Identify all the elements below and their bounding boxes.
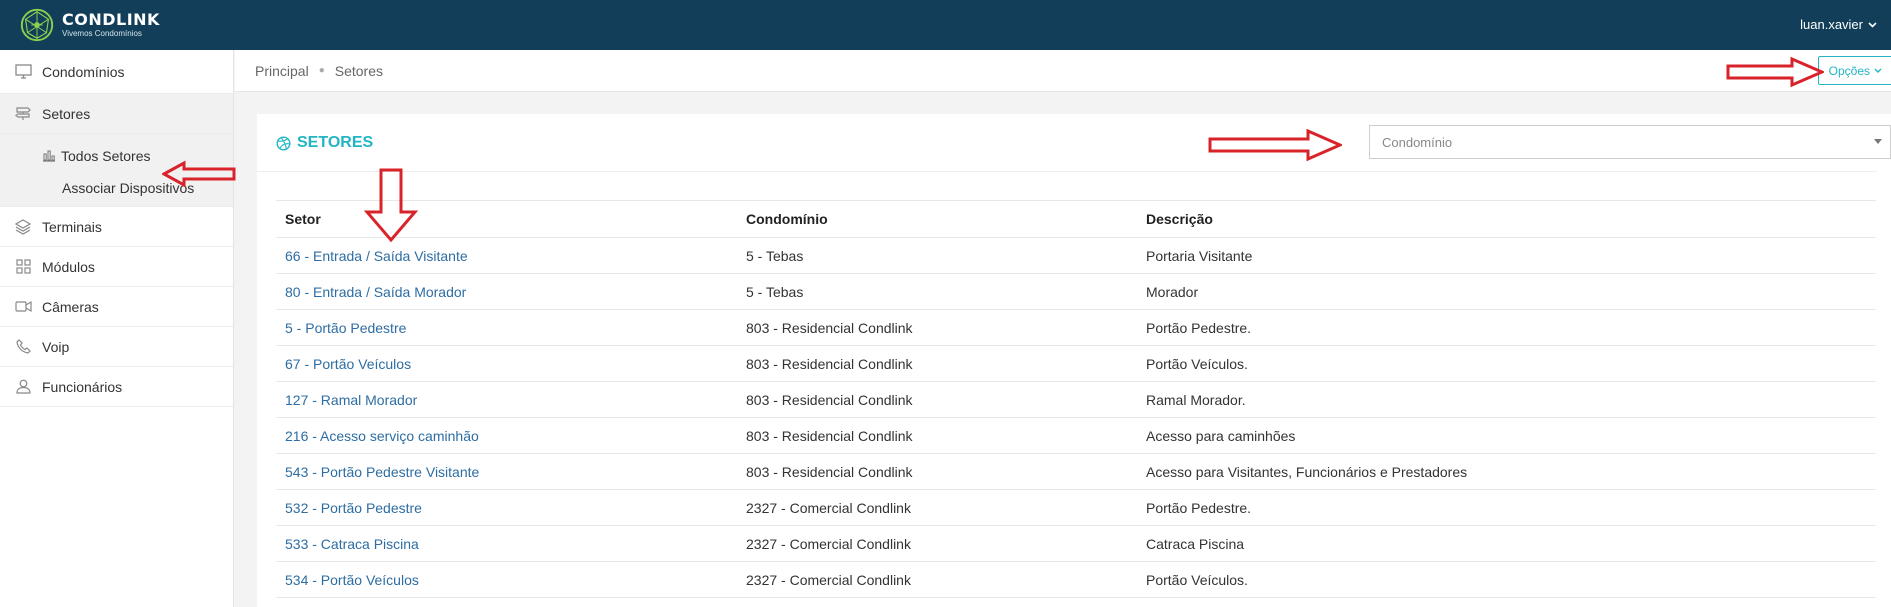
setor-link[interactable]: 532 - Portão Pedestre xyxy=(285,500,422,516)
sidebar-item-setores[interactable]: Setores xyxy=(0,94,233,134)
condominio-cell: 5 - Tebas xyxy=(737,237,1137,274)
sidebar-item-label: Câmeras xyxy=(42,298,99,315)
table-row: 80 - Entrada / Saída Morador 5 - Tebas M… xyxy=(276,273,1876,310)
monitor-icon xyxy=(14,63,32,81)
descricao-cell: Portão Veículos. xyxy=(1137,345,1876,382)
grid-icon xyxy=(14,258,32,276)
layers-icon xyxy=(14,218,32,236)
setor-link[interactable]: 5 - Portão Pedestre xyxy=(285,320,406,336)
dribbble-ball-icon xyxy=(276,135,291,151)
page-title: SETORES xyxy=(276,134,373,152)
sidebar-item-condominios[interactable]: Condomínios xyxy=(0,50,233,94)
table-row: 5 - Portão Pedestre 803 - Residencial Co… xyxy=(276,309,1876,346)
sidebar-item-funcionarios[interactable]: Funcionários xyxy=(0,367,233,407)
descricao-cell: Acesso para Visitantes, Funcionários e P… xyxy=(1137,453,1876,490)
column-header-condominio[interactable]: Condomínio xyxy=(737,200,1137,238)
chevron-down-icon xyxy=(1868,21,1877,28)
setores-panel: SETORES Condomínio Setor Condomínio Desc… xyxy=(257,114,1891,607)
descricao-cell: Acesso para caminhões xyxy=(1137,417,1876,454)
condominio-cell: 803 - Residencial Condlink xyxy=(737,309,1137,346)
column-header-setor[interactable]: Setor xyxy=(276,200,737,238)
bar-chart-icon xyxy=(42,149,56,163)
condominio-cell: 803 - Residencial Condlink xyxy=(737,381,1137,418)
setor-link[interactable]: 66 - Entrada / Saída Visitante xyxy=(285,248,468,264)
annotation-arrow-right-icon xyxy=(1726,57,1824,87)
annotation-arrow-right-icon xyxy=(1208,129,1342,161)
setor-link[interactable]: 127 - Ramal Morador xyxy=(285,392,417,408)
table-row: 127 - Ramal Morador 803 - Residencial Co… xyxy=(276,381,1876,418)
sidebar-item-label: Funcionários xyxy=(42,378,123,395)
sidebar-subitem-label: Todos Setores xyxy=(61,148,151,164)
condominio-cell: 803 - Residencial Condlink xyxy=(737,345,1137,382)
table-row: 534 - Portão Veículos 2327 - Comercial C… xyxy=(276,561,1876,598)
setores-table: Setor Condomínio Descrição 66 - Entrada … xyxy=(276,200,1876,598)
phone-icon xyxy=(14,338,32,356)
annotation-arrow-down-icon xyxy=(364,168,418,242)
user-name: luan.xavier xyxy=(1800,17,1863,32)
setor-link[interactable]: 534 - Portão Veículos xyxy=(285,572,419,588)
setor-link[interactable]: 80 - Entrada / Saída Morador xyxy=(285,284,466,300)
breadcrumb-principal[interactable]: Principal xyxy=(255,63,309,79)
options-button[interactable]: Opções xyxy=(1817,56,1891,85)
condominio-cell: 803 - Residencial Condlink xyxy=(737,417,1137,454)
page-title-text: SETORES xyxy=(297,134,374,151)
user-menu[interactable]: luan.xavier xyxy=(1800,17,1877,32)
sidebar-item-cameras[interactable]: Câmeras xyxy=(0,287,233,327)
descricao-cell: Ramal Morador. xyxy=(1137,381,1876,418)
sidebar-item-label: Módulos xyxy=(42,258,95,275)
descricao-cell: Portão Pedestre. xyxy=(1137,309,1876,346)
globe-logo-icon xyxy=(20,8,54,42)
sidebar-item-voip[interactable]: Voip xyxy=(0,327,233,367)
condominio-cell: 5 - Tebas xyxy=(737,273,1137,310)
brand-tagline: Vivemos Condomínios xyxy=(62,29,142,38)
chevron-down-icon xyxy=(1874,68,1882,73)
sidebar-item-terminais[interactable]: Terminais xyxy=(0,207,233,247)
sidebar-item-label: Terminais xyxy=(42,218,102,235)
condominio-select[interactable]: Condomínio xyxy=(1369,125,1891,159)
signpost-icon xyxy=(14,105,32,123)
descricao-cell: Portão Veículos. xyxy=(1137,561,1876,598)
options-label: Opções xyxy=(1828,63,1870,78)
breadcrumb-separator: ● xyxy=(318,65,325,76)
table-header-row: Setor Condomínio Descrição xyxy=(276,200,1876,238)
caret-down-icon xyxy=(1874,139,1882,144)
sidebar-item-label: Condomínios xyxy=(42,63,125,80)
breadcrumb-setores: Setores xyxy=(334,62,383,79)
brand-name: CONDLINK xyxy=(62,10,160,29)
descricao-cell: Portão Pedestre. xyxy=(1137,489,1876,526)
setor-link[interactable]: 533 - Catraca Piscina xyxy=(285,536,419,552)
table-row: 532 - Portão Pedestre 2327 - Comercial C… xyxy=(276,489,1876,526)
setor-link[interactable]: 543 - Portão Pedestre Visitante xyxy=(285,464,479,480)
sidebar-item-modulos[interactable]: Módulos xyxy=(0,247,233,287)
video-camera-icon xyxy=(14,298,32,316)
table-row: 216 - Acesso serviço caminhão 803 - Resi… xyxy=(276,417,1876,454)
descricao-cell: Morador xyxy=(1137,273,1876,310)
table-row: 67 - Portão Veículos 803 - Residencial C… xyxy=(276,345,1876,382)
column-header-descricao[interactable]: Descrição xyxy=(1137,200,1876,238)
sidebar: Condomínios Setores Todos Setores Associ… xyxy=(0,50,234,607)
descricao-cell: Portaria Visitante xyxy=(1137,237,1876,274)
sidebar-item-label: Voip xyxy=(42,338,70,355)
descricao-cell: Catraca Piscina xyxy=(1137,525,1876,562)
table-row: 533 - Catraca Piscina 2327 - Comercial C… xyxy=(276,525,1876,562)
brand-logo[interactable]: CONDLINK Vivemos Condomínios xyxy=(18,6,160,44)
annotation-arrow-left-icon xyxy=(162,160,236,188)
condominio-cell: 803 - Residencial Condlink xyxy=(737,453,1137,490)
setor-link[interactable]: 67 - Portão Veículos xyxy=(285,356,411,372)
condominio-cell: 2327 - Comercial Condlink xyxy=(737,525,1137,562)
breadcrumb: Principal ● Setores Opções xyxy=(235,50,1891,92)
setor-link[interactable]: 216 - Acesso serviço caminhão xyxy=(285,428,479,444)
panel-header: SETORES Condomínio xyxy=(257,114,1891,172)
table-row: 543 - Portão Pedestre Visitante 803 - Re… xyxy=(276,453,1876,490)
table-row: 66 - Entrada / Saída Visitante 5 - Tebas… xyxy=(276,237,1876,274)
condominio-cell: 2327 - Comercial Condlink xyxy=(737,489,1137,526)
condominio-cell: 2327 - Comercial Condlink xyxy=(737,561,1137,598)
condominio-select-placeholder: Condomínio xyxy=(1382,134,1453,150)
top-bar: CONDLINK Vivemos Condomínios luan.xavier xyxy=(0,0,1891,50)
sidebar-item-label: Setores xyxy=(42,105,91,122)
user-icon xyxy=(14,378,32,396)
